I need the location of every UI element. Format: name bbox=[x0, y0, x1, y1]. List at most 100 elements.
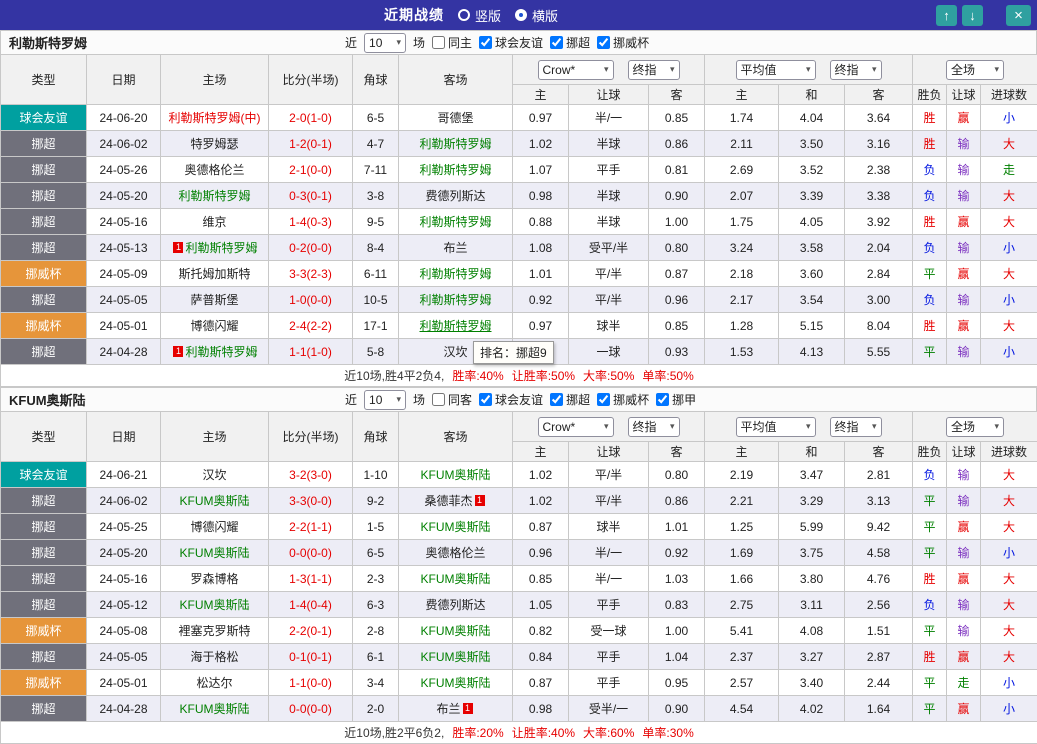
match-score[interactable]: 1-0(0-0) bbox=[269, 287, 353, 313]
match-score[interactable]: 2-2(0-1) bbox=[269, 618, 353, 644]
away-team-link[interactable]: KFUM奥斯陆 bbox=[421, 676, 491, 690]
away-team-link[interactable]: 汉坎 bbox=[443, 345, 467, 359]
competition-filter-1-checkbox[interactable] bbox=[550, 36, 563, 49]
competition-filter-0-checkbox[interactable] bbox=[479, 36, 492, 49]
match-score[interactable]: 3-2(3-0) bbox=[269, 462, 353, 488]
away-team-link[interactable]: 哥德堡 bbox=[437, 111, 473, 125]
away-team-link[interactable]: 费德列斯达 bbox=[425, 189, 485, 203]
match-score[interactable]: 2-1(0-0) bbox=[269, 157, 353, 183]
match-score[interactable]: 0-0(0-0) bbox=[269, 540, 353, 566]
home-team-link[interactable]: 海于格松 bbox=[190, 650, 238, 664]
same-venue-filter-checkbox[interactable] bbox=[432, 393, 445, 406]
match-score[interactable]: 3-3(2-3) bbox=[269, 261, 353, 287]
home-team-link[interactable]: 博德闪耀 bbox=[190, 319, 238, 333]
competition-filter-3[interactable]: 挪甲 bbox=[656, 391, 696, 408]
competition-filter-3-checkbox[interactable] bbox=[656, 393, 669, 406]
home-team-link[interactable]: KFUM奥斯陆 bbox=[180, 494, 250, 508]
home-team-link[interactable]: KFUM奥斯陆 bbox=[180, 546, 250, 560]
away-team-link[interactable]: 奥德格伦兰 bbox=[425, 546, 485, 560]
home-team-link[interactable]: 罗森博格 bbox=[190, 572, 238, 586]
match-score[interactable]: 2-0(1-0) bbox=[269, 105, 353, 131]
home-team-link[interactable]: 裡塞克罗斯特 bbox=[178, 624, 250, 638]
match-count-select[interactable]: 10▾ bbox=[364, 390, 406, 410]
match-score[interactable]: 1-1(0-0) bbox=[269, 670, 353, 696]
away-team-link[interactable]: 利勒斯特罗姆 bbox=[419, 293, 491, 307]
home-team-link[interactable]: KFUM奥斯陆 bbox=[180, 702, 250, 716]
final-odds-select[interactable]: 终指▾ bbox=[628, 60, 680, 80]
match-score[interactable]: 1-3(1-1) bbox=[269, 566, 353, 592]
result-handicap: 输 bbox=[947, 235, 981, 261]
away-team-link[interactable]: KFUM奥斯陆 bbox=[421, 650, 491, 664]
away-team-link[interactable]: KFUM奥斯陆 bbox=[421, 572, 491, 586]
competition-filter-1[interactable]: 挪超 bbox=[550, 34, 590, 51]
same-venue-filter-checkbox[interactable] bbox=[432, 36, 445, 49]
home-team-link[interactable]: 汉坎 bbox=[202, 468, 226, 482]
scope-select[interactable]: 全场▾ bbox=[946, 60, 1004, 80]
away-team-link[interactable]: KFUM奥斯陆 bbox=[421, 624, 491, 638]
competition-filter-2[interactable]: 挪威杯 bbox=[597, 34, 649, 51]
home-team-link[interactable]: 利勒斯特罗姆(中) bbox=[169, 111, 261, 125]
away-team-link[interactable]: KFUM奥斯陆 bbox=[421, 520, 491, 534]
match-count-select[interactable]: 10▾ bbox=[364, 33, 406, 53]
move-up-button[interactable]: ↑ bbox=[936, 5, 957, 26]
away-team-link[interactable]: 利勒斯特罗姆 bbox=[419, 319, 491, 333]
match-score[interactable]: 1-2(0-1) bbox=[269, 131, 353, 157]
away-team-link[interactable]: 费德列斯达 bbox=[425, 598, 485, 612]
away-team-link[interactable]: 利勒斯特罗姆 bbox=[419, 163, 491, 177]
match-score[interactable]: 0-3(0-1) bbox=[269, 183, 353, 209]
away-team-link[interactable]: 布兰 bbox=[443, 241, 467, 255]
move-down-button[interactable]: ↓ bbox=[962, 5, 983, 26]
home-team-link[interactable]: 博德闪耀 bbox=[190, 520, 238, 534]
away-team-link[interactable]: 利勒斯特罗姆 bbox=[419, 137, 491, 151]
match-score[interactable]: 1-4(0-4) bbox=[269, 592, 353, 618]
final-odds-select-2[interactable]: 终指▾ bbox=[830, 60, 882, 80]
match-score[interactable]: 0-0(0-0) bbox=[269, 696, 353, 722]
match-score[interactable]: 2-2(1-1) bbox=[269, 514, 353, 540]
home-team-link[interactable]: 维京 bbox=[202, 215, 226, 229]
average-select[interactable]: 平均值▾ bbox=[736, 417, 816, 437]
home-team-link[interactable]: 利勒斯特罗姆 bbox=[185, 345, 257, 359]
competition-filter-1[interactable]: 挪超 bbox=[550, 391, 590, 408]
away-team-link[interactable]: 利勒斯特罗姆 bbox=[419, 267, 491, 281]
odds-value: 5.55 bbox=[845, 339, 913, 365]
match-score[interactable]: 1-1(1-0) bbox=[269, 339, 353, 365]
home-team-link[interactable]: 利勒斯特罗姆 bbox=[178, 189, 250, 203]
match-row: 挪超24-05-26奥德格伦兰2-1(0-0)7-11利勒斯特罗姆1.07平手0… bbox=[1, 157, 1037, 183]
competition-filter-1-checkbox[interactable] bbox=[550, 393, 563, 406]
average-select[interactable]: 平均值▾ bbox=[736, 60, 816, 80]
home-team-link[interactable]: 利勒斯特罗姆 bbox=[185, 241, 257, 255]
column-header: 主 bbox=[513, 442, 569, 462]
match-score[interactable]: 0-1(0-1) bbox=[269, 644, 353, 670]
home-team-link[interactable]: 萨普斯堡 bbox=[190, 293, 238, 307]
scope-select[interactable]: 全场▾ bbox=[946, 417, 1004, 437]
final-odds-select-2[interactable]: 终指▾ bbox=[830, 417, 882, 437]
competition-filter-2-checkbox[interactable] bbox=[597, 393, 610, 406]
match-score[interactable]: 2-4(2-2) bbox=[269, 313, 353, 339]
odds-value: 2.44 bbox=[845, 670, 913, 696]
final-odds-select[interactable]: 终指▾ bbox=[628, 417, 680, 437]
close-button[interactable]: × bbox=[1006, 5, 1031, 26]
away-team-link[interactable]: 桑德菲杰 bbox=[424, 494, 472, 508]
same-venue-filter[interactable]: 同主 bbox=[432, 34, 472, 51]
away-team-link[interactable]: KFUM奥斯陆 bbox=[421, 468, 491, 482]
home-team-link[interactable]: 奥德格伦兰 bbox=[184, 163, 244, 177]
away-team-link[interactable]: 利勒斯特罗姆 bbox=[419, 215, 491, 229]
competition-filter-2-checkbox[interactable] bbox=[597, 36, 610, 49]
match-score[interactable]: 3-3(0-0) bbox=[269, 488, 353, 514]
home-team-link[interactable]: 特罗姆瑟 bbox=[190, 137, 238, 151]
layout-horizontal-radio[interactable]: 横版 bbox=[515, 6, 558, 25]
home-team-link[interactable]: 松达尔 bbox=[196, 676, 232, 690]
competition-filter-0[interactable]: 球会友谊 bbox=[479, 391, 543, 408]
home-team-link[interactable]: KFUM奥斯陆 bbox=[180, 598, 250, 612]
match-score[interactable]: 0-2(0-0) bbox=[269, 235, 353, 261]
bookmaker-select[interactable]: Crow*▾ bbox=[538, 60, 614, 80]
competition-filter-2[interactable]: 挪威杯 bbox=[597, 391, 649, 408]
match-score[interactable]: 1-4(0-3) bbox=[269, 209, 353, 235]
layout-vertical-radio[interactable]: 竖版 bbox=[458, 6, 501, 25]
competition-filter-0[interactable]: 球会友谊 bbox=[479, 34, 543, 51]
same-venue-filter[interactable]: 同客 bbox=[432, 391, 472, 408]
bookmaker-select[interactable]: Crow*▾ bbox=[538, 417, 614, 437]
competition-filter-0-checkbox[interactable] bbox=[479, 393, 492, 406]
away-team-link[interactable]: 布兰 bbox=[436, 702, 460, 716]
home-team-link[interactable]: 斯托姆加斯特 bbox=[178, 267, 250, 281]
